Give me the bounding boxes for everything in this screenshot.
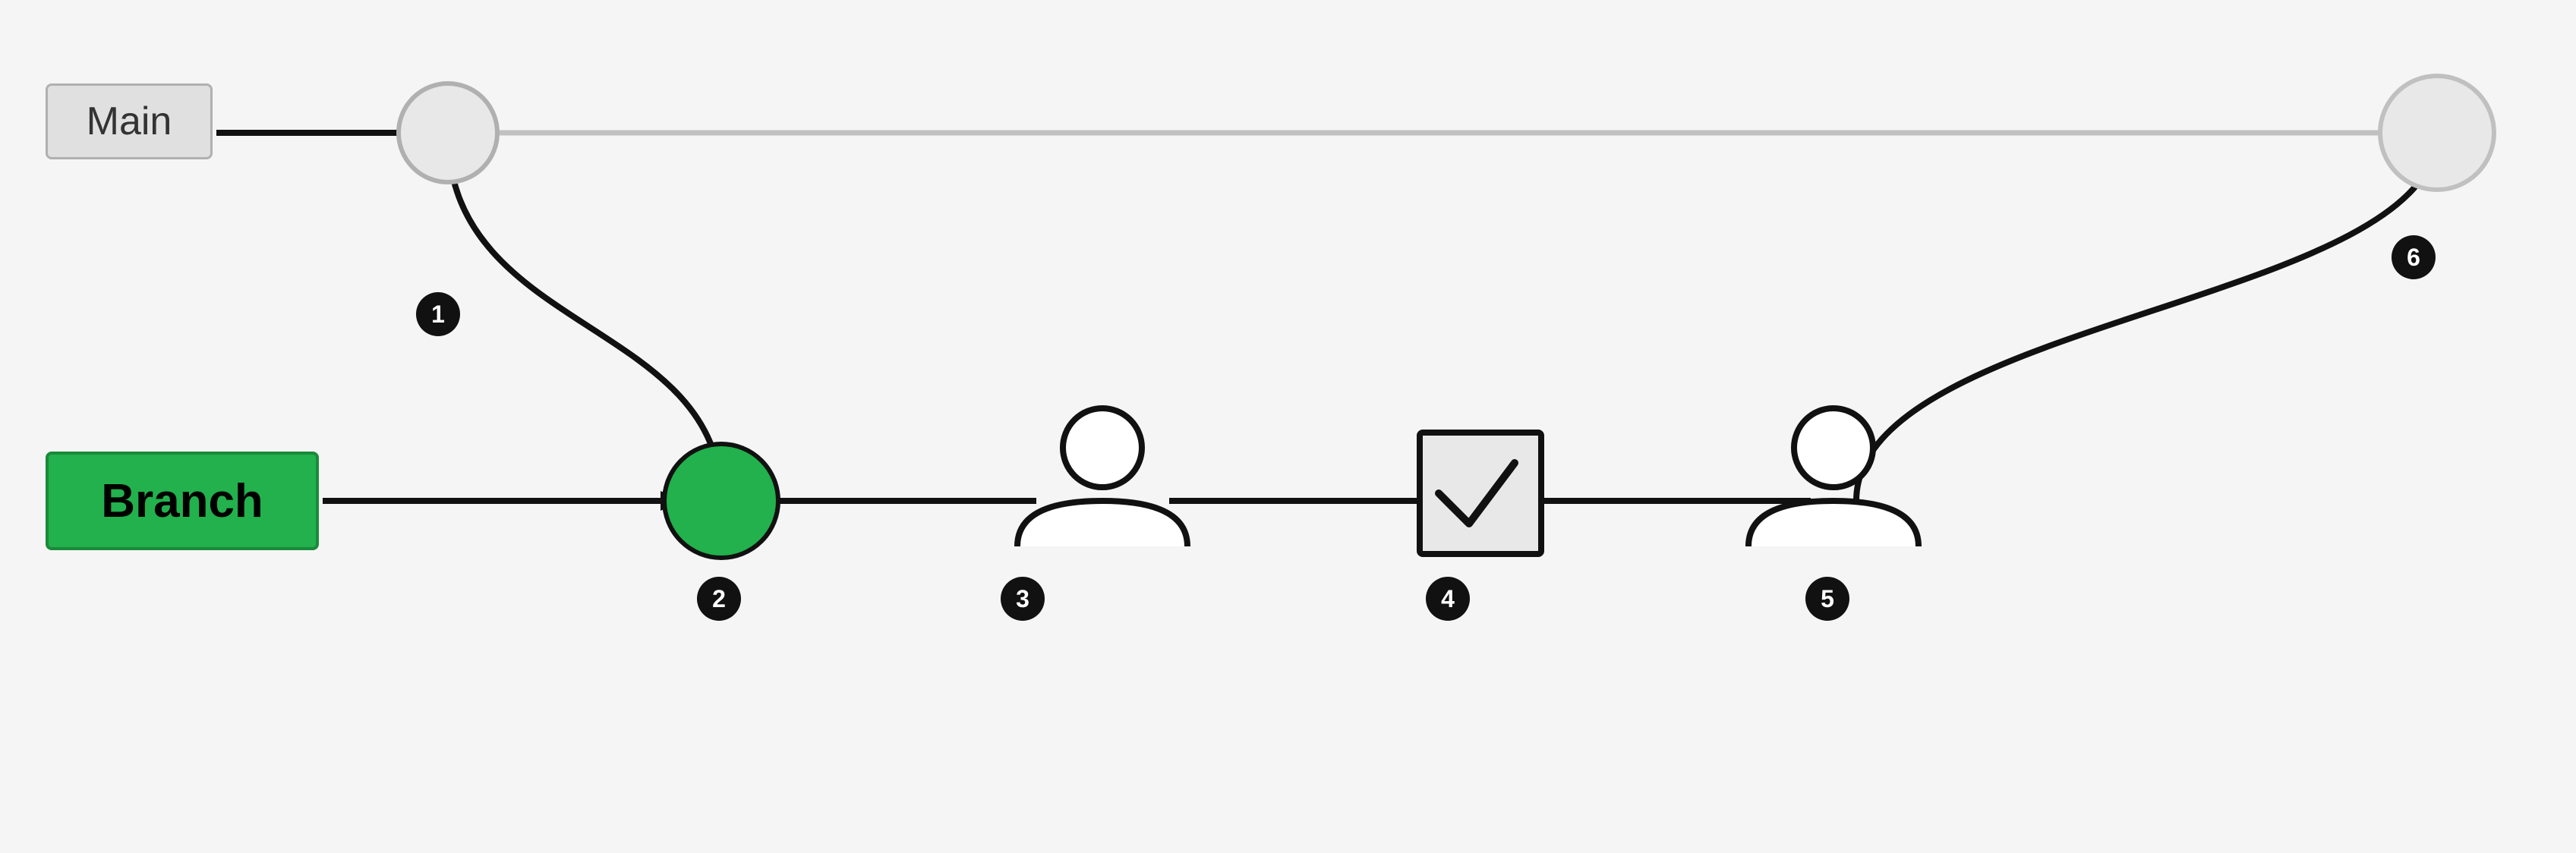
diagram-container: Main Branch 1 2 3 4 5 6: [0, 0, 2576, 853]
node-6-circle: [2380, 76, 2494, 190]
merge-curve: [1856, 133, 2437, 501]
node-2-circle: [664, 444, 778, 558]
node-5-head: [1794, 408, 1873, 487]
node-5-body: [1748, 501, 1919, 546]
node-1-circle: [399, 83, 497, 182]
diagram-svg: [0, 0, 2576, 853]
node-3-head: [1063, 408, 1142, 487]
branch-fork-curve: [448, 133, 721, 501]
node-3-body: [1017, 501, 1187, 546]
